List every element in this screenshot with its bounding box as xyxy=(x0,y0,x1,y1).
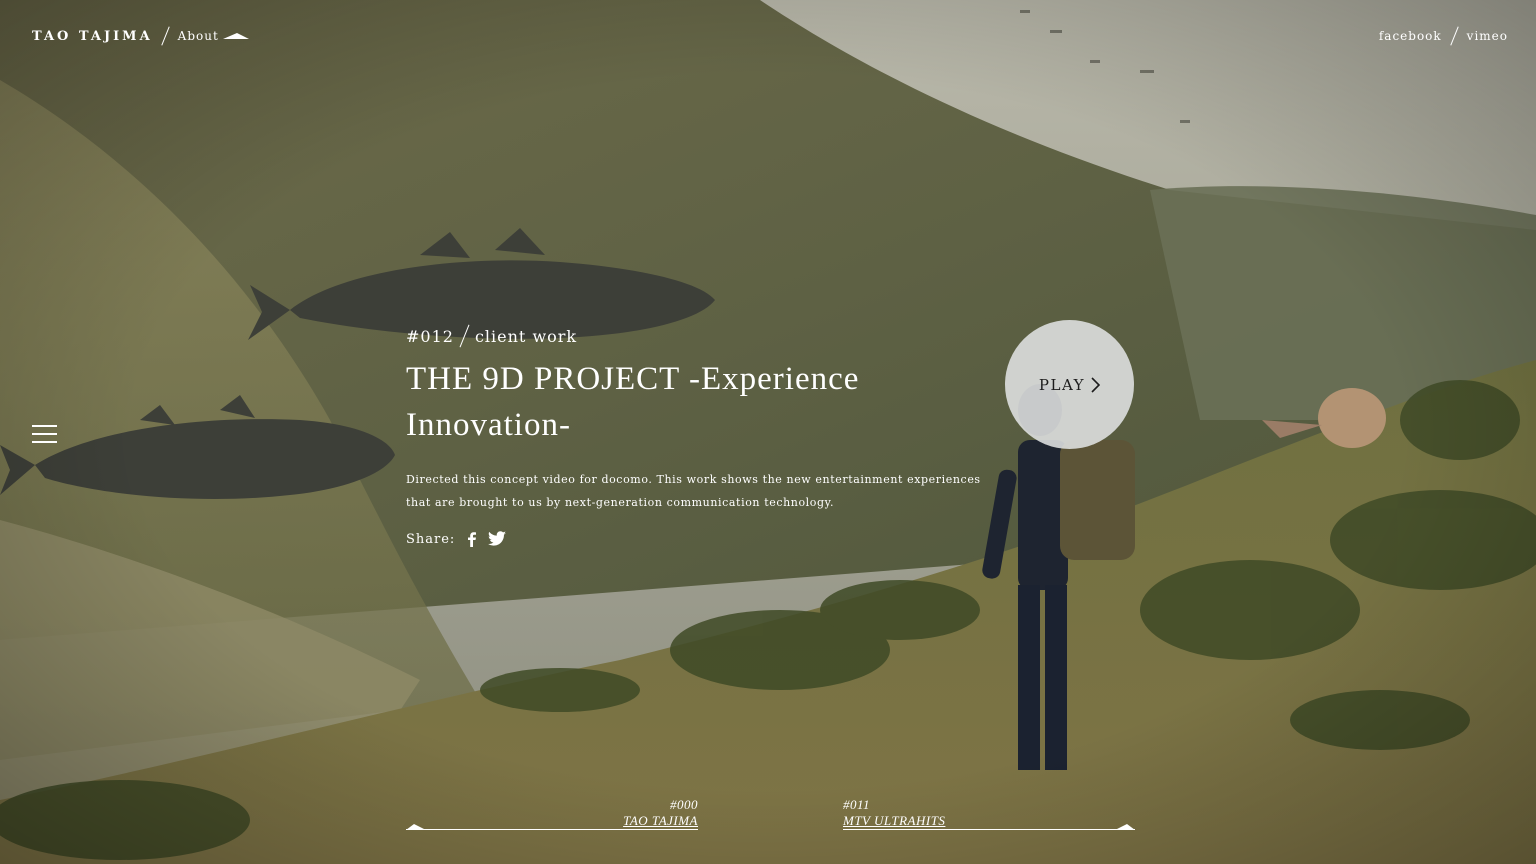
menu-bar xyxy=(32,433,57,435)
prev-project-number: #000 xyxy=(670,797,698,812)
site-header-left: TAO TAJIMA About xyxy=(32,26,249,46)
play-button[interactable]: PLAY xyxy=(1005,320,1134,449)
next-project-line xyxy=(843,829,1135,830)
project-category: client work xyxy=(474,326,578,346)
prev-project-line xyxy=(406,829,698,830)
prev-project-name: TAO TAJIMA xyxy=(623,813,698,828)
hamburger-menu-icon[interactable] xyxy=(32,425,57,445)
play-label: PLAY xyxy=(1038,375,1086,394)
menu-bar xyxy=(32,425,57,427)
project-title: THE 9D PROJECT -Experience Innovation- xyxy=(406,361,860,443)
twitter-icon[interactable] xyxy=(487,531,507,547)
previous-project-link[interactable]: #000 TAO TAJIMA xyxy=(406,797,698,829)
chevron-right-icon xyxy=(1091,376,1101,393)
share-label: Share: xyxy=(406,531,456,547)
project-description: Directed this concept video for docomo. … xyxy=(406,473,981,509)
project-number: #012 xyxy=(406,326,454,346)
share-bar: Share: xyxy=(406,531,996,547)
project-info: #012 client work THE 9D PROJECT -Experie… xyxy=(406,324,996,547)
separator-slash xyxy=(160,26,170,46)
vimeo-link[interactable]: vimeo xyxy=(1467,29,1508,43)
brand-logo-text[interactable]: TAO TAJIMA xyxy=(32,29,153,44)
arrow-right-icon xyxy=(222,33,249,39)
next-project-number: #011 xyxy=(843,797,871,812)
next-project-link[interactable]: #011 MTV ULTRAHITS xyxy=(843,797,1135,829)
separator-slash xyxy=(1449,26,1459,46)
arrow-right-icon xyxy=(1115,824,1135,830)
about-link[interactable]: About xyxy=(178,29,249,43)
facebook-icon[interactable] xyxy=(465,531,477,547)
social-links: facebook vimeo xyxy=(1379,26,1508,46)
next-project-name: MTV ULTRAHITS xyxy=(843,813,946,828)
facebook-link[interactable]: facebook xyxy=(1379,29,1442,43)
separator-slash xyxy=(459,324,470,348)
project-meta: #012 client work xyxy=(406,324,996,348)
arrow-left-icon xyxy=(406,824,426,830)
menu-bar xyxy=(32,441,57,443)
about-label: About xyxy=(177,29,219,43)
